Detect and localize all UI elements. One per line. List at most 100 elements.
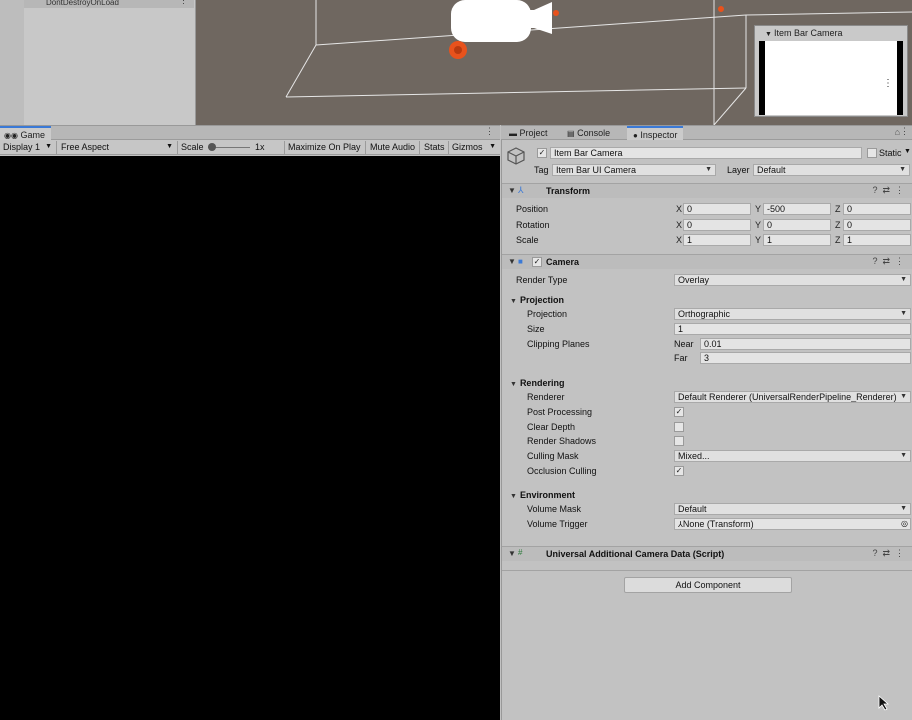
chevron-down-icon: ▼	[900, 505, 907, 512]
chevron-down-icon[interactable]: ▼	[904, 148, 911, 155]
position-z-input[interactable]: 0	[843, 203, 911, 215]
kebab-icon[interactable]: ⋮	[900, 126, 909, 137]
mute-audio-toggle[interactable]: Mute Audio	[367, 140, 415, 154]
chevron-down-icon: ▼	[900, 310, 907, 317]
scale-slider-handle[interactable]	[208, 143, 216, 151]
tab-project[interactable]: ▬ Project	[503, 126, 554, 140]
stats-toggle[interactable]: Stats	[421, 140, 445, 154]
render-shadows-checkbox[interactable]	[674, 436, 684, 446]
environment-section-label: Environment	[519, 490, 575, 500]
folder-icon: ▬	[509, 129, 517, 138]
rendering-section-label: Rendering	[519, 378, 565, 388]
axis-x-label: X	[676, 204, 683, 214]
help-icon[interactable]: ?	[872, 185, 882, 195]
object-name-input[interactable]: Item Bar Camera	[550, 147, 862, 159]
kebab-icon[interactable]: ⋮	[179, 0, 188, 5]
size-input[interactable]: 1	[674, 323, 911, 335]
collapse-icon: ▼	[508, 186, 516, 195]
kebab-icon[interactable]: ⋮	[895, 256, 909, 266]
render-type-dropdown[interactable]: Overlay ▼	[674, 274, 911, 286]
gamepad-icon: ◉◉	[4, 131, 18, 140]
rotation-y-input[interactable]: 0	[763, 219, 831, 231]
kebab-icon[interactable]: ⋮	[485, 126, 494, 137]
layer-dropdown[interactable]: Default ▼	[753, 164, 910, 176]
kebab-icon[interactable]: ⋮	[883, 78, 893, 89]
projection-section[interactable]: ▼ Projection	[510, 295, 564, 305]
post-processing-checkbox[interactable]: ✓	[674, 407, 684, 417]
scale-x-input[interactable]: 1	[683, 234, 751, 246]
camera-title: Camera	[546, 257, 580, 267]
component-header-icons[interactable]: ?⇄⋮	[872, 548, 909, 559]
preset-icon[interactable]: ⇄	[882, 256, 895, 266]
scale-z-input[interactable]: 1	[843, 234, 911, 246]
tab-inspector-label: Inspector	[640, 130, 678, 140]
rendering-section[interactable]: ▼ Rendering	[510, 378, 564, 388]
target-icon[interactable]: ◎	[901, 519, 908, 529]
additional-camera-data-header[interactable]: ▼ # Universal Additional Camera Data (Sc…	[502, 546, 912, 561]
clear-depth-checkbox[interactable]	[674, 422, 684, 432]
camera-component-header[interactable]: ▼ ■ ✓ Camera ?⇄⋮	[502, 254, 912, 269]
rotation-x-input[interactable]: 0	[683, 219, 751, 231]
position-x-input[interactable]: 0	[683, 203, 751, 215]
axis-y-label: Y	[755, 235, 762, 245]
tab-project-label: Project	[519, 128, 548, 138]
static-checkbox[interactable]	[867, 148, 877, 158]
occlusion-culling-checkbox[interactable]: ✓	[674, 466, 684, 476]
kebab-icon[interactable]: ⋮	[895, 185, 909, 195]
near-input[interactable]: 0.01	[700, 338, 911, 350]
info-icon: ●	[633, 131, 638, 140]
help-icon[interactable]: ?	[872, 256, 882, 266]
camera-preview-image	[759, 41, 903, 115]
culling-mask-dropdown[interactable]: Mixed... ▼	[674, 450, 911, 462]
tab-console[interactable]: ▤ Console	[561, 126, 616, 140]
gizmos-label: Gizmos	[452, 142, 483, 152]
tag-dropdown[interactable]: Item Bar UI Camera ▼	[552, 164, 716, 176]
rotation-z-input[interactable]: 0	[843, 219, 911, 231]
hierarchy-indent-strip	[0, 0, 24, 125]
aspect-dropdown[interactable]: Free Aspect ▼	[58, 140, 176, 154]
game-view[interactable]	[0, 156, 500, 720]
culling-mask-value: Mixed...	[678, 451, 710, 461]
volume-trigger-field[interactable]: ⅄None (Transform) ◎	[674, 518, 911, 530]
axis-z-label: Z	[835, 220, 841, 230]
render-type-value: Overlay	[678, 275, 710, 285]
kebab-icon[interactable]: ⋮	[895, 548, 909, 558]
axis-x-label: X	[676, 235, 683, 245]
hierarchy-item[interactable]: DontDestroyOnLoad ⋮	[24, 0, 194, 8]
game-tab-bar: ◉◉ Game ⋮	[0, 125, 500, 140]
projection-section-label: Projection	[519, 295, 564, 305]
component-header-icons[interactable]: ?⇄⋮	[872, 256, 909, 267]
active-checkbox[interactable]: ✓	[537, 148, 547, 158]
collapse-icon: ▼	[510, 298, 517, 305]
inspector-tab-bar: ▬ Project ▤ Console ● Inspector ⌂ ⋮	[501, 125, 912, 140]
divider	[502, 570, 912, 571]
layer-value: Default	[757, 165, 786, 175]
chevron-down-icon: ▼	[45, 143, 52, 150]
maximize-on-play-toggle[interactable]: Maximize On Play	[285, 140, 361, 154]
volume-mask-dropdown[interactable]: Default ▼	[674, 503, 911, 515]
help-icon[interactable]: ?	[872, 548, 882, 558]
static-label: Static	[879, 148, 902, 158]
scale-label: Scale	[181, 142, 204, 152]
axis-z-label: Z	[835, 235, 841, 245]
aspect-label: Free Aspect	[61, 142, 110, 152]
size-label: Size	[527, 324, 545, 334]
renderer-dropdown[interactable]: Default Renderer (UniversalRenderPipelin…	[674, 391, 911, 403]
tab-inspector[interactable]: ● Inspector	[627, 126, 684, 140]
tab-game-label: Game	[20, 130, 45, 140]
renderer-label: Renderer	[527, 392, 565, 402]
camera-enabled-checkbox[interactable]: ✓	[532, 257, 542, 267]
gizmos-dropdown[interactable]: Gizmos ▼	[449, 140, 499, 154]
display-dropdown[interactable]: Display 1 ▼	[0, 140, 55, 154]
component-header-icons[interactable]: ?⇄⋮	[872, 185, 909, 196]
transform-component-header[interactable]: ▼ ⅄ Transform ?⇄⋮	[502, 183, 912, 198]
environment-section[interactable]: ▼ Environment	[510, 490, 575, 500]
preset-icon[interactable]: ⇄	[882, 185, 895, 195]
projection-dropdown[interactable]: Orthographic ▼	[674, 308, 911, 320]
add-component-button[interactable]: Add Component	[624, 577, 792, 593]
preset-icon[interactable]: ⇄	[882, 548, 895, 558]
tab-game[interactable]: ◉◉ Game	[0, 126, 51, 140]
position-y-input[interactable]: -500	[763, 203, 831, 215]
far-input[interactable]: 3	[700, 352, 911, 364]
scale-y-input[interactable]: 1	[763, 234, 831, 246]
